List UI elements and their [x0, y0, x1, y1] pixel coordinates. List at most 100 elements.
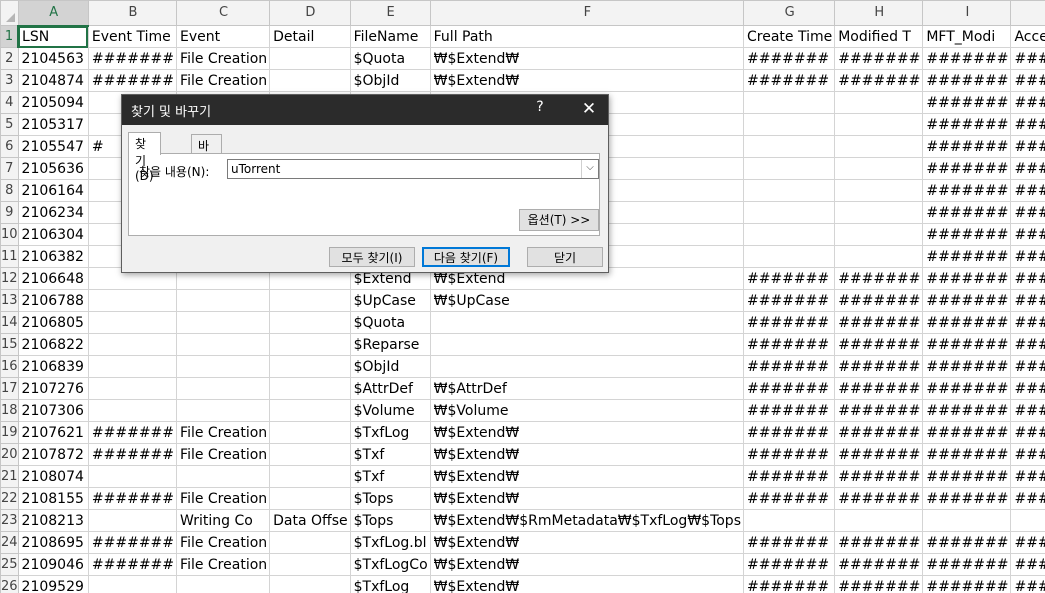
row-header[interactable]: 12: [0, 267, 19, 290]
cell[interactable]: [742, 201, 836, 224]
row-header[interactable]: 14: [0, 311, 19, 334]
cell[interactable]: #######: [922, 487, 1012, 510]
row-header[interactable]: 2: [0, 47, 19, 70]
cell[interactable]: #######: [922, 245, 1012, 268]
cell[interactable]: #######: [742, 311, 836, 334]
row-header[interactable]: 1: [0, 25, 20, 48]
cell[interactable]: Data Offse: [269, 509, 351, 532]
cell[interactable]: #######: [1010, 311, 1045, 334]
cell[interactable]: #######: [834, 69, 924, 92]
cell[interactable]: [176, 575, 271, 593]
cell[interactable]: [742, 223, 836, 246]
cell[interactable]: [834, 157, 924, 180]
cell[interactable]: Modified T: [834, 25, 924, 48]
cell[interactable]: [269, 333, 351, 356]
cell[interactable]: [87, 575, 178, 593]
cell[interactable]: #######: [742, 355, 836, 378]
cell[interactable]: #######: [1010, 91, 1045, 114]
cell[interactable]: [269, 69, 351, 92]
cell[interactable]: 2107306: [17, 399, 89, 422]
cell[interactable]: [834, 91, 924, 114]
cell[interactable]: #######: [1010, 69, 1045, 92]
cell[interactable]: [429, 333, 744, 356]
cell[interactable]: #######: [834, 377, 924, 400]
cell[interactable]: ₩$Extend₩: [429, 531, 744, 554]
cell[interactable]: #######: [1010, 421, 1045, 444]
cell[interactable]: #######: [742, 69, 836, 92]
cell[interactable]: #######: [922, 553, 1012, 576]
cell[interactable]: #######: [742, 553, 836, 576]
cell[interactable]: #######: [922, 135, 1012, 158]
cell[interactable]: #######: [742, 399, 836, 422]
cell[interactable]: [834, 113, 924, 136]
cell[interactable]: [834, 179, 924, 202]
cell[interactable]: Event Time: [87, 25, 178, 48]
cell[interactable]: LSN: [17, 25, 89, 48]
cell[interactable]: #######: [1010, 487, 1045, 510]
cell[interactable]: [87, 333, 178, 356]
cell[interactable]: ₩$Extend₩: [429, 69, 744, 92]
cell[interactable]: #######: [1010, 443, 1045, 466]
cell[interactable]: 2106839: [17, 355, 89, 378]
cell[interactable]: 2105317: [17, 113, 89, 136]
cell[interactable]: [834, 245, 924, 268]
cell[interactable]: #######: [742, 421, 836, 444]
cell[interactable]: [269, 465, 351, 488]
cell[interactable]: [269, 531, 351, 554]
find-what-input[interactable]: [231, 161, 581, 177]
cell[interactable]: 2108695: [17, 531, 89, 554]
cell[interactable]: #######: [742, 333, 836, 356]
cell[interactable]: ₩$Extend₩: [429, 553, 744, 576]
cell[interactable]: $TxfLogCo: [349, 553, 431, 576]
cell[interactable]: [269, 399, 351, 422]
row-header[interactable]: 23: [0, 509, 19, 532]
cell[interactable]: #######: [922, 465, 1012, 488]
cell[interactable]: 2106805: [17, 311, 89, 334]
cell[interactable]: [87, 399, 178, 422]
cell[interactable]: #######: [1010, 267, 1045, 290]
cell[interactable]: #######: [742, 443, 836, 466]
cell[interactable]: #######: [922, 311, 1012, 334]
cell[interactable]: #######: [1010, 289, 1045, 312]
row-header[interactable]: 20: [0, 443, 19, 466]
cell[interactable]: $Quota: [349, 311, 431, 334]
row-header[interactable]: 17: [0, 377, 19, 400]
cell[interactable]: #######: [922, 91, 1012, 114]
cell[interactable]: [742, 509, 836, 532]
cell[interactable]: #######: [1010, 399, 1045, 422]
cell[interactable]: #######: [834, 355, 924, 378]
cell[interactable]: FileName: [349, 25, 431, 48]
cell[interactable]: #######: [87, 443, 178, 466]
options-button[interactable]: 옵션(T) >>: [519, 209, 599, 231]
cell[interactable]: #######: [1010, 157, 1045, 180]
cell[interactable]: [87, 289, 178, 312]
cell[interactable]: 2109529: [17, 575, 89, 593]
row-header[interactable]: 25: [0, 553, 19, 576]
cell[interactable]: #######: [87, 531, 178, 554]
cell[interactable]: $ObjId: [349, 69, 431, 92]
column-header-b[interactable]: B: [87, 0, 178, 26]
column-header-a[interactable]: A: [17, 0, 89, 27]
cell[interactable]: [834, 509, 924, 532]
chevron-down-icon[interactable]: ⌵: [581, 160, 598, 178]
cell[interactable]: #######: [1010, 333, 1045, 356]
cell[interactable]: #######: [1010, 355, 1045, 378]
cell[interactable]: [742, 135, 836, 158]
cell[interactable]: 2105547: [17, 135, 89, 158]
cell[interactable]: #######: [834, 267, 924, 290]
cell[interactable]: #######: [834, 575, 924, 593]
cell[interactable]: #######: [87, 69, 178, 92]
cell[interactable]: #######: [87, 553, 178, 576]
cell[interactable]: $Txf: [349, 465, 431, 488]
cell[interactable]: #######: [87, 487, 178, 510]
cell[interactable]: Create Time: [742, 25, 836, 48]
cell[interactable]: #######: [922, 443, 1012, 466]
cell[interactable]: 2106234: [17, 201, 89, 224]
cell[interactable]: [269, 421, 351, 444]
cell[interactable]: [176, 377, 271, 400]
row-header[interactable]: 24: [0, 531, 19, 554]
cell[interactable]: [176, 399, 271, 422]
cell[interactable]: 2107621: [17, 421, 89, 444]
row-header[interactable]: 18: [0, 399, 19, 422]
cell[interactable]: MFT_Modi: [922, 25, 1012, 48]
